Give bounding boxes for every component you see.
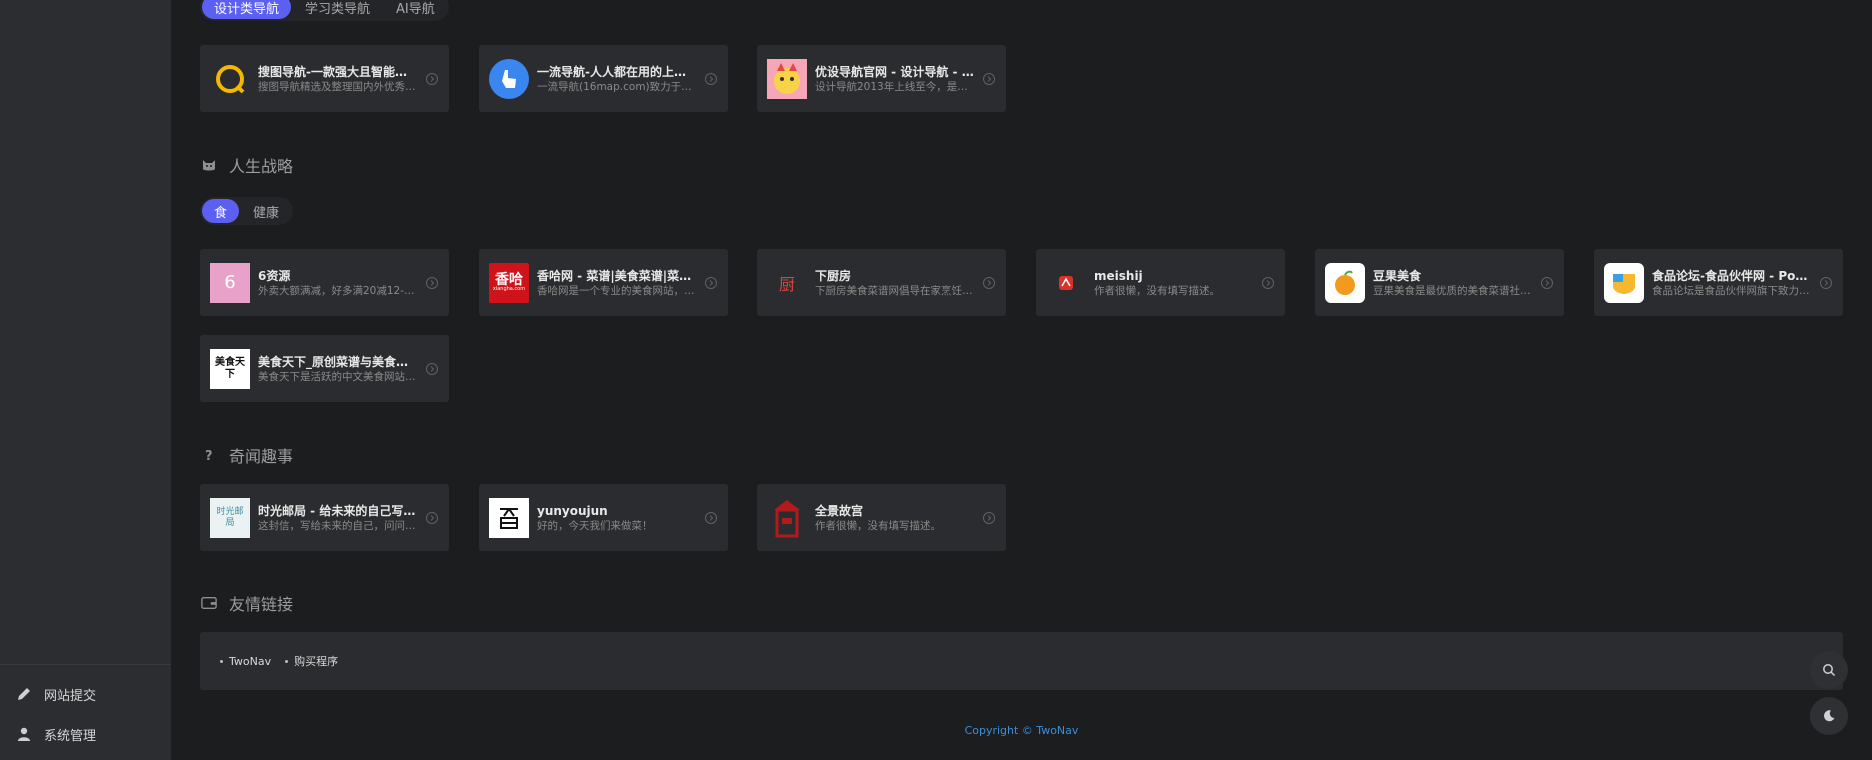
hand-logo-icon (489, 58, 529, 99)
palace-logo-icon (767, 498, 807, 538)
friend-link-buy[interactable]: 购买程序 (285, 653, 338, 669)
moon-icon (1823, 710, 1835, 722)
sidebar-item-system-admin[interactable]: 系统管理 (16, 722, 96, 746)
chevron-right-icon[interactable] (704, 72, 718, 86)
chevron-right-icon[interactable] (982, 276, 996, 290)
chevron-right-icon[interactable] (1819, 276, 1833, 290)
chevron-right-icon[interactable] (704, 511, 718, 525)
card-title: 香哈网 - 菜谱|美食菜谱|菜谱... (537, 268, 696, 283)
sidebar-item-label: 网站提交 (44, 688, 97, 704)
card-title: 优设导航官网 - 设计导航 - 国... (815, 64, 974, 79)
section-title-stories: ? 奇闻趣事 (201, 443, 293, 467)
card-title: 搜图导航-一款强大且智能的... (258, 64, 417, 79)
card-desc: 这封信，写给未来的自己，问问当... (258, 519, 417, 532)
tab-food[interactable]: 食 (202, 199, 240, 223)
card-title: 一流导航-人人都在用的上网... (537, 64, 696, 79)
card-desc: 食品论坛是食品伙伴网旗下致力于... (1652, 284, 1811, 297)
chevron-right-icon[interactable] (425, 276, 439, 290)
chevron-right-icon[interactable] (425, 511, 439, 525)
meishij-logo-icon (1046, 263, 1086, 303)
chevron-right-icon[interactable] (982, 511, 996, 525)
site-card-soutu[interactable]: 搜图导航-一款强大且智能的... 搜图导航精选及整理国内外优秀的... (200, 45, 449, 112)
meishichina-logo-icon: 美食天下 (210, 348, 250, 389)
six-logo-icon: 6 (210, 262, 250, 303)
svg-text:?: ? (205, 449, 213, 463)
sidebar-divider (0, 664, 171, 665)
link-card-icon (201, 597, 217, 609)
site-card-meishichina[interactable]: 美食天下 美食天下_原创菜谱与美食生... 美食天下是活跃的中文美食网站与... (200, 335, 449, 402)
card-desc: 好的，今天我们来做菜！ (537, 519, 653, 532)
card-title: 食品论坛-食品伙伴网 - Pow... (1652, 268, 1811, 283)
time-post-logo-icon: 时光邮局 (210, 497, 250, 538)
site-card-yunyoujun[interactable]: yunyoujun 好的，今天我们来做菜！ (479, 484, 728, 551)
sidebar-item-submit-site[interactable]: 网站提交 (16, 682, 96, 706)
card-desc: 美食天下是活跃的中文美食网站与... (258, 370, 417, 383)
site-card-douguo[interactable]: 豆果美食 豆果美食是最优质的美食菜谱社区... (1315, 249, 1564, 316)
site-card-meishij[interactable]: meishij 作者很懒，没有填写描述。 (1036, 249, 1285, 316)
card-title: 下厨房 (815, 268, 852, 283)
section-title-text: 人生战略 (229, 157, 294, 176)
card-title: 豆果美食 (1373, 268, 1422, 283)
xiangha-logo-icon: 香哈 xiangha.com (489, 262, 529, 303)
card-title: 全景故宫 (815, 503, 864, 518)
sidebar: 网站提交 系统管理 (0, 0, 171, 760)
card-desc: 作者很懒，没有填写描述。 (815, 519, 941, 532)
tab-ai-nav[interactable]: AI导航 (384, 0, 447, 19)
friend-link-twonav[interactable]: TwoNav (220, 655, 271, 668)
tab-design-nav[interactable]: 设计类导航 (202, 0, 292, 19)
card-desc: 豆果美食是最优质的美食菜谱社区... (1373, 284, 1532, 297)
chevron-right-icon[interactable] (1540, 276, 1554, 290)
card-desc: 作者很懒，没有填写描述。 (1094, 284, 1220, 297)
card-title: 时光邮局 - 给未来的自己写一... (258, 503, 417, 518)
site-card-xiachufang[interactable]: 厨 下厨房 下厨房美食菜谱网倡导在家烹饪、... (757, 249, 1006, 316)
section-title-text: 友情链接 (229, 595, 294, 614)
theme-toggle-button[interactable] (1810, 697, 1848, 735)
site-card-time-post[interactable]: 时光邮局 时光邮局 - 给未来的自己写一... 这封信，写给未来的自己，问问当.… (200, 484, 449, 551)
sidebar-item-label: 系统管理 (44, 728, 97, 744)
nav-category-tabs: 设计类导航 学习类导航 AI导航 (200, 0, 449, 21)
section-title-friend-links: 友情链接 (201, 591, 293, 615)
main-content: 设计类导航 学习类导航 AI导航 搜图导航-一款强大且智能的... 搜图导航精选… (171, 0, 1872, 760)
card-desc: 外卖大额满减，好多满20减12-15... (258, 284, 417, 297)
card-desc: 搜图导航精选及整理国内外优秀的... (258, 80, 417, 93)
chevron-right-icon[interactable] (425, 362, 439, 376)
card-desc: 下厨房美食菜谱网倡导在家烹饪、... (815, 284, 974, 297)
section-title-life: 人生战略 (201, 153, 293, 177)
life-tabs: 食 健康 (200, 197, 294, 225)
site-card-6ziyuan[interactable]: 6 6资源 外卖大额满减，好多满20减12-15... (200, 249, 449, 316)
soutu-logo-icon (210, 59, 250, 99)
xiachufang-logo-icon: 厨 (778, 274, 795, 294)
card-title: 6资源 (258, 268, 291, 283)
yunyoujun-logo-icon (489, 497, 529, 538)
site-card-16map[interactable]: 一流导航-人人都在用的上网... 一流导航(16map.com)致力于打造... (479, 45, 728, 112)
foodmate-logo-icon (1604, 262, 1644, 303)
card-desc: 设计导航2013年上线至今，是优设... (815, 80, 974, 93)
site-card-panorama-palace[interactable]: 全景故宫 作者很懒，没有填写描述。 (757, 484, 1006, 551)
card-title: yunyoujun (537, 503, 608, 518)
chevron-right-icon[interactable] (704, 276, 718, 290)
mascot-logo-icon (767, 58, 807, 99)
card-title: meishij (1094, 268, 1143, 283)
chevron-right-icon[interactable] (425, 72, 439, 86)
question-icon: ? (205, 449, 213, 463)
search-button[interactable] (1810, 651, 1848, 689)
site-card-foodmate[interactable]: 食品论坛-食品伙伴网 - Pow... 食品论坛是食品伙伴网旗下致力于... (1594, 249, 1843, 316)
search-icon (1823, 664, 1836, 677)
user-icon (18, 727, 30, 741)
tab-study-nav[interactable]: 学习类导航 (293, 0, 382, 19)
site-card-uisdc[interactable]: 优设导航官网 - 设计导航 - 国... 设计导航2013年上线至今，是优设..… (757, 45, 1006, 112)
chevron-right-icon[interactable] (982, 72, 996, 86)
card-desc: 一流导航(16map.com)致力于打造... (537, 80, 696, 93)
chevron-right-icon[interactable] (1261, 276, 1275, 290)
site-card-xiangha[interactable]: 香哈 xiangha.com 香哈网 - 菜谱|美食菜谱|菜谱... 香哈网是一… (479, 249, 728, 316)
douguo-logo-icon (1325, 262, 1365, 303)
card-title: 美食天下_原创菜谱与美食生... (258, 354, 417, 369)
section-title-text: 奇闻趣事 (229, 447, 294, 466)
pencil-icon (18, 688, 30, 700)
cat-icon (203, 160, 215, 171)
card-desc: 香哈网是一个专业的美食网站，提... (537, 284, 696, 297)
friend-links-box: TwoNav 购买程序 (200, 632, 1843, 690)
footer-copyright[interactable]: Copyright © TwoNav (171, 724, 1872, 737)
tab-health[interactable]: 健康 (241, 199, 291, 223)
